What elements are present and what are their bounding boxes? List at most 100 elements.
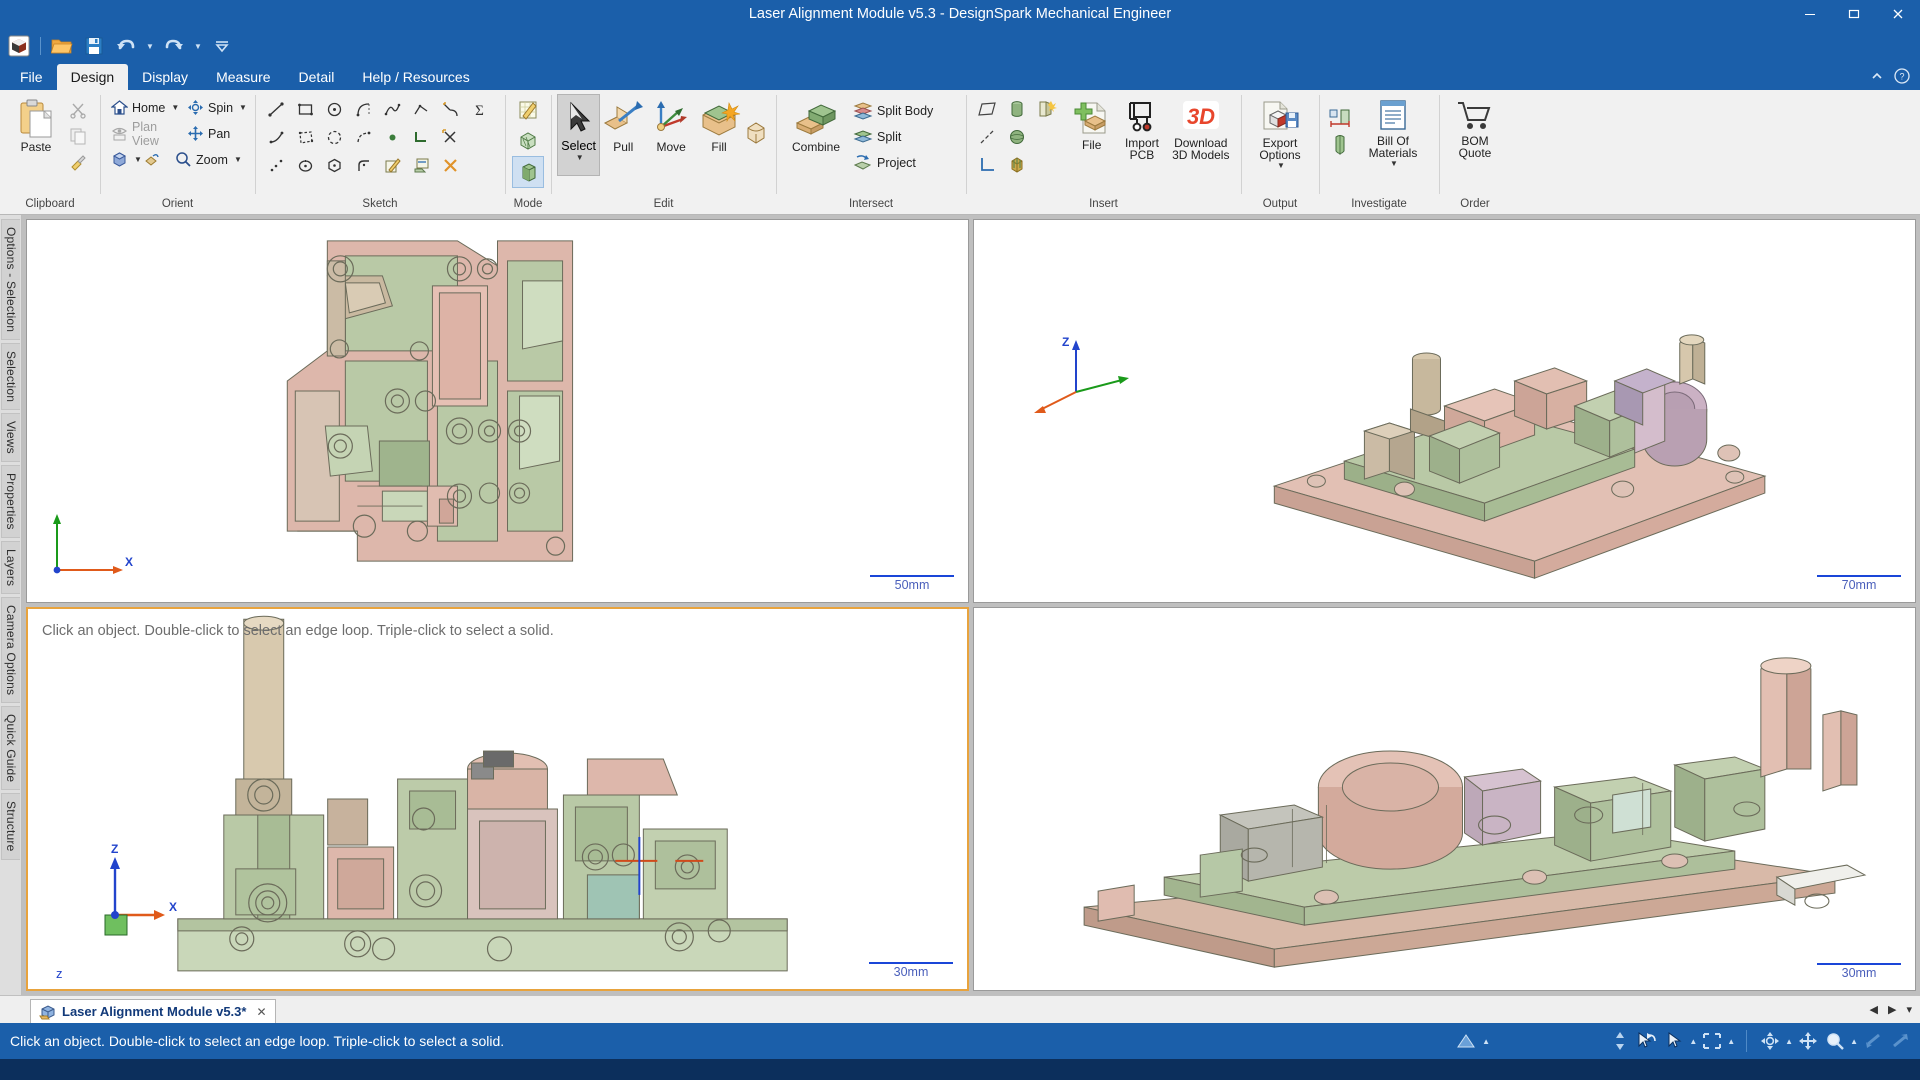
warning-triangle-icon[interactable]	[1454, 1028, 1478, 1054]
sidebar-item-quick-guide[interactable]: Quick Guide	[1, 706, 20, 790]
download-3d-models-button[interactable]: 3D Download 3D Models	[1168, 95, 1234, 161]
close-button[interactable]	[1876, 0, 1920, 28]
tab-next-button[interactable]: ▶	[1884, 1003, 1900, 1016]
chevron-up-icon[interactable]: ▲	[1727, 1037, 1735, 1046]
combine-button[interactable]: Combine	[783, 95, 849, 177]
polygon-icon[interactable]	[291, 123, 319, 151]
chevron-up-icon[interactable]: ▲	[1785, 1037, 1793, 1046]
chevron-down-icon[interactable]: ▼	[1390, 159, 1398, 168]
chevron-up-icon[interactable]	[1870, 69, 1884, 86]
split-body-button[interactable]: Split Body	[849, 98, 937, 123]
line-icon[interactable]	[262, 95, 290, 123]
sidebar-item-views[interactable]: Views	[1, 413, 20, 462]
dashed-circle-icon[interactable]	[320, 123, 348, 151]
sum-icon[interactable]: Σ	[465, 95, 493, 123]
tangent-arc-icon[interactable]	[436, 95, 464, 123]
component-icon[interactable]	[1033, 95, 1061, 123]
redo-dropdown-icon[interactable]: ▼	[191, 31, 205, 61]
help-icon[interactable]: ?	[1894, 68, 1910, 87]
tab-help-resources[interactable]: Help / Resources	[348, 64, 483, 90]
project-button[interactable]: Project	[849, 150, 937, 175]
select-back-icon[interactable]	[1635, 1028, 1659, 1054]
cube-icon[interactable]	[4, 31, 34, 61]
zoom-fit-icon[interactable]	[1861, 1028, 1885, 1054]
viewport-front-view[interactable]: Click an object. Double-click to select …	[26, 607, 969, 991]
chevron-up-icon[interactable]: ▲	[1850, 1037, 1858, 1046]
rectangle-icon[interactable]	[291, 95, 319, 123]
box-select-icon[interactable]	[1700, 1028, 1724, 1054]
spin-tool-icon[interactable]	[1758, 1028, 1782, 1054]
insert-file-button[interactable]: File	[1067, 95, 1116, 151]
sidebar-item-structure[interactable]: Structure	[1, 793, 20, 860]
circle-icon[interactable]	[320, 95, 348, 123]
spinner-icon[interactable]	[1608, 1028, 1632, 1054]
chevron-down-icon[interactable]: ▼	[171, 103, 179, 112]
line-arc-icon[interactable]	[262, 123, 290, 151]
home-button[interactable]: Home ▼	[107, 95, 181, 120]
bom-quote-button[interactable]: BOM Quote	[1446, 95, 1504, 159]
document-tab[interactable]: Laser Alignment Module v5.3* ✕	[30, 999, 276, 1023]
undo-icon[interactable]	[111, 31, 141, 61]
close-icon[interactable]: ✕	[256, 1005, 266, 1019]
zoom-extents-icon[interactable]	[1888, 1028, 1912, 1054]
cylinder-primitive-icon[interactable]	[1003, 95, 1031, 123]
export-options-button[interactable]: Export Options ▼	[1248, 95, 1312, 170]
view-box-button[interactable]: ▼	[107, 147, 137, 172]
arc-icon[interactable]	[349, 95, 377, 123]
pan-button[interactable]: Pan	[183, 121, 253, 146]
polyline-icon[interactable]	[407, 95, 435, 123]
blend-icon[interactable]	[743, 117, 769, 149]
axis-icon[interactable]	[973, 123, 1001, 151]
sidebar-item-options-selection[interactable]: Options - Selection	[1, 219, 20, 340]
tab-display[interactable]: Display	[128, 64, 202, 90]
hexagon-icon[interactable]	[320, 151, 348, 179]
point-dash-icon[interactable]	[262, 151, 290, 179]
plan-view-button[interactable]: Plan View	[107, 121, 181, 146]
split-button[interactable]: Split	[849, 124, 937, 149]
customize-qat-icon[interactable]	[207, 31, 237, 61]
tab-detail[interactable]: Detail	[285, 64, 349, 90]
fillet-icon[interactable]	[349, 151, 377, 179]
zoom-button[interactable]: Zoom ▼	[171, 147, 243, 172]
tab-file[interactable]: File	[6, 64, 57, 90]
redo-icon[interactable]	[159, 31, 189, 61]
viewport-right-view[interactable]: 30mm	[973, 607, 1916, 991]
sidebar-item-selection[interactable]: Selection	[1, 343, 20, 410]
project-sketch-icon[interactable]	[407, 151, 435, 179]
import-pcb-button[interactable]: Import PCB	[1116, 95, 1167, 161]
measure-icon[interactable]	[1326, 103, 1354, 131]
sidebar-item-camera-options[interactable]: Camera Options	[1, 597, 20, 703]
undo-dropdown-icon[interactable]: ▼	[143, 31, 157, 61]
ellipse-icon[interactable]	[291, 151, 319, 179]
chevron-up-icon[interactable]: ▲	[1689, 1037, 1697, 1046]
paste-button[interactable]: Paste	[7, 95, 65, 179]
fill-button[interactable]: Fill	[695, 95, 743, 175]
viewport-top-view[interactable]: X 50mm	[26, 219, 969, 603]
chevron-down-icon[interactable]: ▼	[1277, 161, 1285, 170]
mass-properties-icon[interactable]	[1326, 132, 1354, 160]
plane-icon[interactable]	[973, 95, 1001, 123]
viewport-iso-view[interactable]: Z 70mm	[973, 219, 1916, 603]
section-mode-button[interactable]	[513, 126, 543, 156]
solid-mode-button[interactable]	[513, 157, 543, 187]
cursor-select-icon[interactable]	[1662, 1028, 1686, 1054]
chevron-down-icon[interactable]: ▼	[576, 153, 584, 162]
save-icon[interactable]	[79, 31, 109, 61]
tab-design[interactable]: Design	[57, 64, 129, 90]
tab-menu-button[interactable]: ▾	[1902, 1003, 1916, 1016]
chevron-down-icon[interactable]: ▼	[239, 103, 247, 112]
tab-prev-button[interactable]: ◀	[1866, 1003, 1882, 1016]
format-painter-button[interactable]	[65, 149, 91, 174]
spin-button[interactable]: Spin ▼	[183, 95, 253, 120]
open-icon[interactable]	[47, 31, 77, 61]
minimize-button[interactable]	[1788, 0, 1832, 28]
trim-away-icon[interactable]	[436, 151, 464, 179]
chevron-down-icon[interactable]: ▼	[234, 155, 242, 164]
cut-button[interactable]	[65, 97, 91, 122]
select-button[interactable]: Select ▼	[558, 95, 599, 175]
pan-tool-icon[interactable]	[1796, 1028, 1820, 1054]
view-rotate-button[interactable]	[139, 147, 169, 172]
sketch-mode-button[interactable]	[513, 95, 543, 125]
trim-icon[interactable]	[436, 123, 464, 151]
sidebar-item-layers[interactable]: Layers	[1, 541, 20, 594]
